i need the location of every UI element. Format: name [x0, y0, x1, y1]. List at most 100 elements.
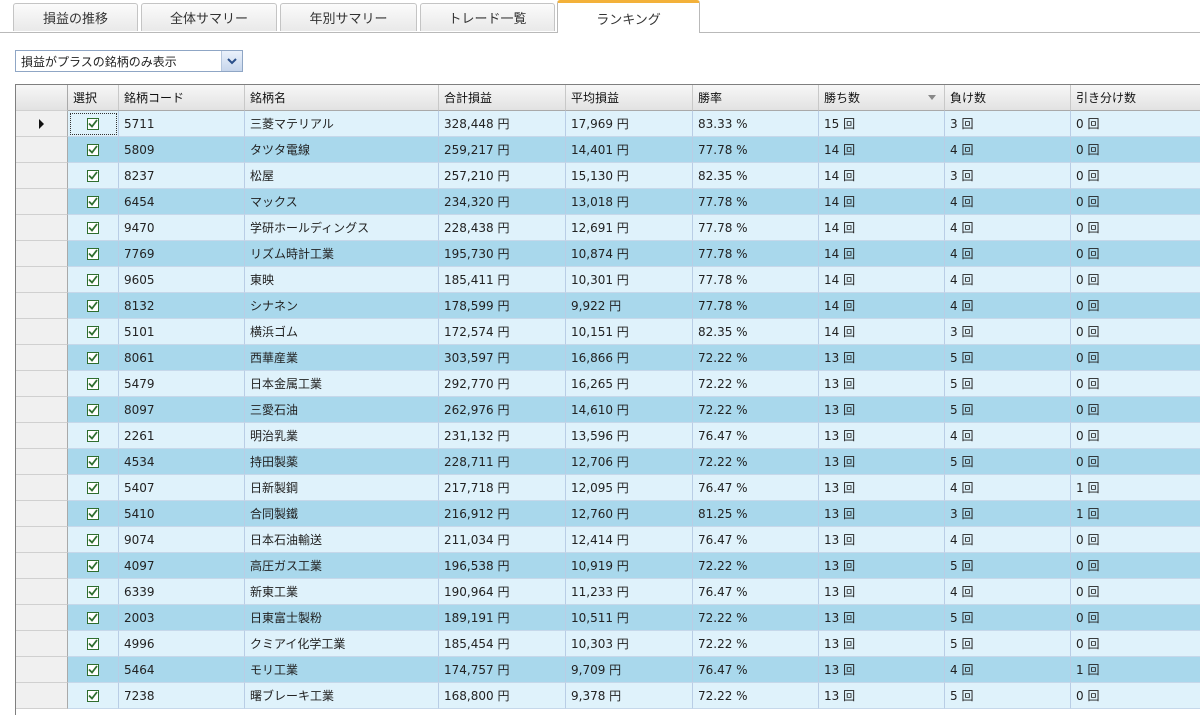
cell-code[interactable]: 6339	[119, 579, 245, 605]
row-header[interactable]	[16, 293, 68, 319]
cell-code[interactable]: 2261	[119, 423, 245, 449]
cell-average[interactable]: 10,303 円	[566, 631, 693, 657]
cell-losses[interactable]: 4 回	[945, 137, 1071, 163]
row-header[interactable]	[16, 527, 68, 553]
cell-draws[interactable]: 0 回	[1071, 189, 1200, 215]
cell-total[interactable]: 217,718 円	[439, 475, 566, 501]
cell-code[interactable]: 5479	[119, 371, 245, 397]
select-checkbox[interactable]	[87, 247, 99, 260]
cell-draws[interactable]: 0 回	[1071, 449, 1200, 475]
cell-name[interactable]: 東映	[245, 267, 439, 293]
cell-losses[interactable]: 5 回	[945, 371, 1071, 397]
cell-code[interactable]: 9605	[119, 267, 245, 293]
cell-name[interactable]: 新東工業	[245, 579, 439, 605]
cell-wins[interactable]: 13 回	[819, 683, 945, 709]
cell-average[interactable]: 13,018 円	[566, 189, 693, 215]
select-checkbox[interactable]	[87, 481, 99, 494]
cell-losses[interactable]: 3 回	[945, 163, 1071, 189]
cell-wins[interactable]: 14 回	[819, 137, 945, 163]
cell-draws[interactable]: 0 回	[1071, 553, 1200, 579]
cell-code[interactable]: 4534	[119, 449, 245, 475]
cell-wins[interactable]: 15 回	[819, 111, 945, 137]
row-header[interactable]	[16, 215, 68, 241]
cell-wins[interactable]: 13 回	[819, 423, 945, 449]
cell-average[interactable]: 12,691 円	[566, 215, 693, 241]
table-row[interactable]: 5809 タツタ電線 259,217 円 14,401 円 77.78 % 14 回4 回…	[16, 137, 1200, 163]
cell-name[interactable]: 日本石油輸送	[245, 527, 439, 553]
cell-draws[interactable]: 0 回	[1071, 345, 1200, 371]
column-header-wins[interactable]: 勝ち数	[819, 85, 945, 111]
select-checkbox[interactable]	[87, 325, 99, 338]
cell-draws[interactable]: 0 回	[1071, 267, 1200, 293]
cell-losses[interactable]: 4 回	[945, 189, 1071, 215]
cell-code[interactable]: 6454	[119, 189, 245, 215]
cell-win-rate[interactable]: 77.78 %	[693, 241, 819, 267]
select-checkbox[interactable]	[87, 221, 99, 234]
table-row[interactable]: 4097 高圧ガス工業 196,538 円 10,919 円 72.22 % 13 回5 …	[16, 553, 1200, 579]
cell-losses[interactable]: 4 回	[945, 293, 1071, 319]
cell-name[interactable]: 西華産業	[245, 345, 439, 371]
cell-code[interactable]: 7769	[119, 241, 245, 267]
cell-average[interactable]: 10,919 円	[566, 553, 693, 579]
cell-code[interactable]: 9470	[119, 215, 245, 241]
table-row[interactable]: 7238 曙ブレーキ工業 168,800 円 9,378 円 72.22 % 13 回5 …	[16, 683, 1200, 709]
select-checkbox[interactable]	[87, 429, 99, 442]
tab-yearly-summary[interactable]: 年別サマリー	[280, 3, 417, 31]
cell-draws[interactable]: 0 回	[1071, 215, 1200, 241]
cell-wins[interactable]: 14 回	[819, 319, 945, 345]
cell-win-rate[interactable]: 81.25 %	[693, 501, 819, 527]
cell-win-rate[interactable]: 72.22 %	[693, 397, 819, 423]
cell-total[interactable]: 228,438 円	[439, 215, 566, 241]
table-row[interactable]: 8132 シナネン 178,599 円 9,922 円 77.78 % 14 回4 回0 …	[16, 293, 1200, 319]
row-header[interactable]	[16, 397, 68, 423]
cell-draws[interactable]: 0 回	[1071, 319, 1200, 345]
cell-draws[interactable]: 0 回	[1071, 423, 1200, 449]
column-header-total[interactable]: 合計損益	[439, 85, 566, 111]
cell-win-rate[interactable]: 72.22 %	[693, 553, 819, 579]
row-header[interactable]	[16, 449, 68, 475]
cell-total[interactable]: 196,538 円	[439, 553, 566, 579]
cell-code[interactable]: 5711	[119, 111, 245, 137]
cell-name[interactable]: タツタ電線	[245, 137, 439, 163]
row-header[interactable]	[16, 319, 68, 345]
table-row[interactable]: 8061 西華産業 303,597 円 16,866 円 72.22 % 13 回5 回0…	[16, 345, 1200, 371]
cell-wins[interactable]: 14 回	[819, 189, 945, 215]
cell-draws[interactable]: 0 回	[1071, 293, 1200, 319]
cell-average[interactable]: 17,969 円	[566, 111, 693, 137]
table-row[interactable]: 7769 リズム時計工業 195,730 円 10,874 円 77.78 % 14 回4…	[16, 241, 1200, 267]
cell-total[interactable]: 185,411 円	[439, 267, 566, 293]
cell-losses[interactable]: 4 回	[945, 215, 1071, 241]
select-checkbox[interactable]	[87, 559, 99, 572]
cell-draws[interactable]: 0 回	[1071, 137, 1200, 163]
select-checkbox[interactable]	[87, 637, 99, 650]
cell-win-rate[interactable]: 82.35 %	[693, 163, 819, 189]
row-header[interactable]	[16, 111, 68, 137]
cell-losses[interactable]: 4 回	[945, 579, 1071, 605]
select-checkbox[interactable]	[87, 585, 99, 598]
cell-draws[interactable]: 0 回	[1071, 579, 1200, 605]
cell-name[interactable]: 松屋	[245, 163, 439, 189]
table-row[interactable]: 2003 日東富士製粉 189,191 円 10,511 円 72.22 % 13 回5 …	[16, 605, 1200, 631]
cell-losses[interactable]: 5 回	[945, 683, 1071, 709]
table-row[interactable]: 8237 松屋 257,210 円 15,130 円 82.35 % 14 回3 回0 回	[16, 163, 1200, 189]
select-checkbox[interactable]	[87, 663, 99, 676]
cell-wins[interactable]: 13 回	[819, 397, 945, 423]
row-header[interactable]	[16, 683, 68, 709]
column-header-losses[interactable]: 負け数	[945, 85, 1071, 111]
row-header[interactable]	[16, 501, 68, 527]
cell-wins[interactable]: 13 回	[819, 527, 945, 553]
cell-average[interactable]: 13,596 円	[566, 423, 693, 449]
cell-losses[interactable]: 4 回	[945, 267, 1071, 293]
cell-losses[interactable]: 5 回	[945, 345, 1071, 371]
cell-name[interactable]: 日東富士製粉	[245, 605, 439, 631]
cell-losses[interactable]: 4 回	[945, 527, 1071, 553]
table-row[interactable]: 6339 新東工業 190,964 円 11,233 円 76.47 % 13 回4 回0…	[16, 579, 1200, 605]
cell-average[interactable]: 14,610 円	[566, 397, 693, 423]
cell-code[interactable]: 8132	[119, 293, 245, 319]
cell-win-rate[interactable]: 76.47 %	[693, 579, 819, 605]
cell-total[interactable]: 211,034 円	[439, 527, 566, 553]
cell-name[interactable]: 明治乳業	[245, 423, 439, 449]
table-row[interactable]: 8097 三愛石油 262,976 円 14,610 円 72.22 % 13 回5 回0…	[16, 397, 1200, 423]
cell-code[interactable]: 5464	[119, 657, 245, 683]
table-row[interactable]: 9470 学研ホールディングス 228,438 円 12,691 円 77.78 % 14…	[16, 215, 1200, 241]
